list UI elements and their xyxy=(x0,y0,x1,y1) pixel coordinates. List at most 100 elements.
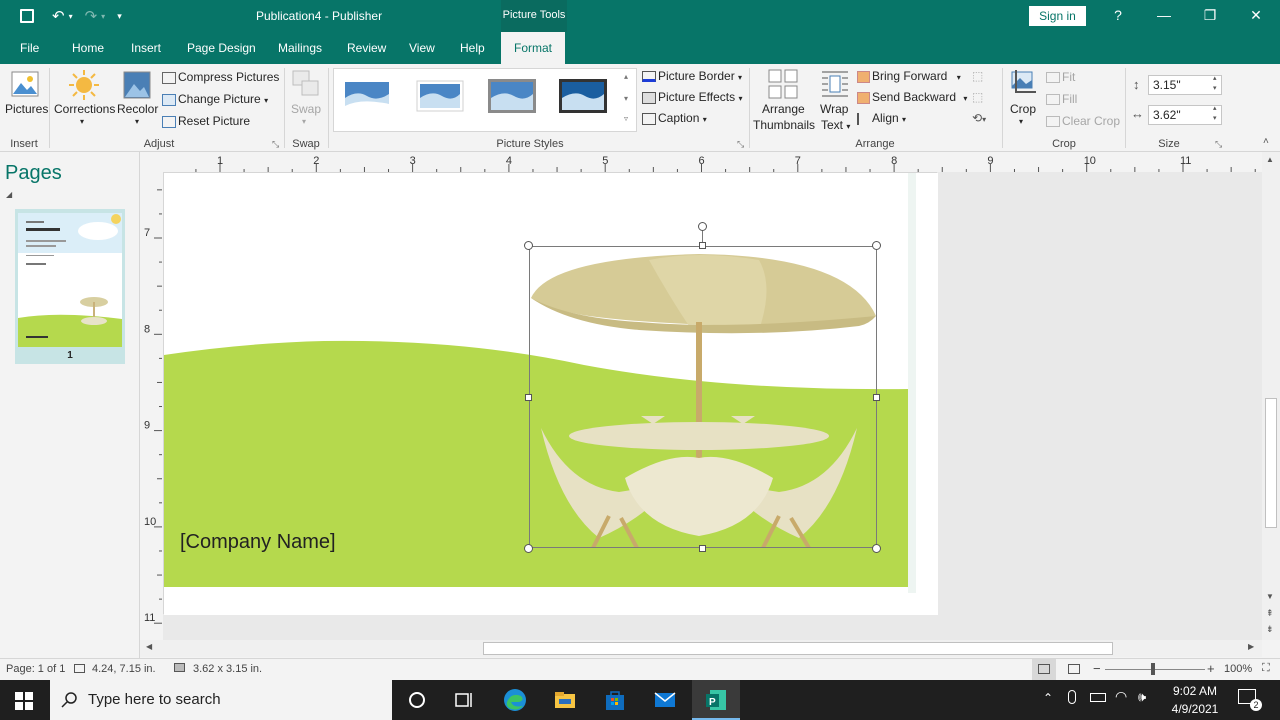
page-thumbnail[interactable]: 1 xyxy=(15,209,125,364)
volume-icon[interactable]: 🕪 xyxy=(1138,689,1146,705)
gallery-scroll-down-icon[interactable]: ▾ xyxy=(624,94,628,103)
scroll-up-icon[interactable]: ▲ xyxy=(1266,155,1274,164)
company-name-textbox[interactable]: [Company Name] xyxy=(180,531,336,554)
send-backward-button[interactable]: Send Backward ▾ xyxy=(857,90,967,104)
edge-browser-icon[interactable] xyxy=(503,688,527,712)
swap-button[interactable]: Swap xyxy=(291,102,321,116)
height-spin-down-icon[interactable]: ▾ xyxy=(1213,84,1217,92)
width-spin-up-icon[interactable]: ▴ xyxy=(1213,104,1217,112)
crop-button[interactable]: Crop xyxy=(1010,102,1036,116)
crop-dropdown-icon[interactable]: ▾ xyxy=(1019,117,1023,126)
height-spin-up-icon[interactable]: ▴ xyxy=(1213,74,1217,82)
clock-date[interactable]: 4/9/2021 xyxy=(1160,702,1230,716)
caption-button[interactable]: Caption ▾ xyxy=(642,111,707,125)
resize-handle-top-right[interactable] xyxy=(872,241,881,250)
ungroup-objects-icon[interactable]: ⬚ xyxy=(972,90,983,104)
task-view-icon[interactable] xyxy=(452,688,476,712)
collapse-ribbon-icon[interactable]: ˄ xyxy=(1263,136,1269,147)
horizontal-scroll-thumb[interactable] xyxy=(483,642,1113,655)
picture-effects-button[interactable]: Picture Effects ▾ xyxy=(642,90,743,104)
corrections-button[interactable]: Corrections xyxy=(54,102,115,116)
close-button[interactable]: ✕ xyxy=(1233,0,1279,32)
resize-handle-bottom-right[interactable] xyxy=(872,544,881,553)
fit-button[interactable]: Fit xyxy=(1046,70,1075,84)
pages-pane-collapse-icon[interactable]: ◢ xyxy=(6,190,12,199)
picture-style-4[interactable] xyxy=(559,78,609,114)
change-picture-button[interactable]: Change Picture ▾ xyxy=(162,92,268,106)
taskbar-search-box[interactable]: Type here to search xyxy=(50,680,392,720)
reset-picture-button[interactable]: Reset Picture xyxy=(162,114,250,128)
tab-file[interactable]: File xyxy=(20,32,39,64)
gallery-more-icon[interactable]: ▿ xyxy=(624,114,628,123)
file-explorer-icon[interactable] xyxy=(553,688,577,712)
save-icon[interactable] xyxy=(20,9,34,23)
help-button[interactable]: ? xyxy=(1095,0,1141,32)
group-objects-icon[interactable]: ⬚ xyxy=(972,69,983,83)
page-count-status[interactable]: Page: 1 of 1 xyxy=(6,663,65,675)
styles-dialog-launcher-icon[interactable]: ⤡ xyxy=(737,139,744,150)
undo-icon[interactable]: ↶ xyxy=(52,7,65,25)
resize-handle-top-left[interactable] xyxy=(524,241,533,250)
horizontal-scrollbar[interactable]: ◀ ▶ xyxy=(140,640,1262,657)
picture-style-2[interactable] xyxy=(416,78,466,114)
selection-frame[interactable] xyxy=(529,246,877,548)
pictures-button[interactable]: Pictures xyxy=(5,102,48,116)
picture-style-3[interactable] xyxy=(488,78,538,114)
clear-crop-button[interactable]: Clear Crop xyxy=(1046,114,1120,128)
redo-icon[interactable]: ↷ xyxy=(85,7,98,25)
picture-style-1[interactable] xyxy=(343,78,393,114)
scroll-left-icon[interactable]: ◀ xyxy=(146,642,152,651)
scroll-right-icon[interactable]: ▶ xyxy=(1248,642,1254,651)
zoom-in-icon[interactable]: + xyxy=(1207,661,1215,676)
zoom-slider-thumb[interactable] xyxy=(1151,663,1155,675)
tab-home[interactable]: Home xyxy=(72,32,104,64)
vertical-scroll-thumb[interactable] xyxy=(1265,398,1277,528)
mail-icon[interactable] xyxy=(653,688,677,712)
width-spin-down-icon[interactable]: ▾ xyxy=(1213,114,1217,122)
microsoft-store-icon[interactable] xyxy=(603,688,627,712)
zoom-slider-track[interactable] xyxy=(1105,669,1205,670)
restore-button[interactable]: ❐ xyxy=(1187,0,1233,32)
bring-forward-button[interactable]: Bring Forward ▾ xyxy=(857,69,961,83)
recolor-button[interactable]: Recolor xyxy=(117,102,158,116)
tab-help[interactable]: Help xyxy=(460,32,485,64)
document-canvas[interactable]: [Company Name] xyxy=(163,172,1262,642)
swap-dropdown-icon[interactable]: ▾ xyxy=(302,117,306,126)
zoom-out-icon[interactable]: − xyxy=(1093,661,1101,676)
size-dialog-launcher-icon[interactable]: ⤡ xyxy=(1215,139,1222,150)
shape-height-input[interactable]: 3.15" xyxy=(1148,75,1222,95)
arrange-thumbnails-button[interactable]: Arrange xyxy=(762,102,805,116)
redo-dropdown-icon[interactable]: ▾ xyxy=(101,12,105,21)
two-page-view-icon[interactable] xyxy=(1068,664,1080,674)
gallery-scroll-up-icon[interactable]: ▴ xyxy=(624,72,628,81)
previous-page-icon[interactable]: ⇞ xyxy=(1266,608,1274,619)
tab-view[interactable]: View xyxy=(409,32,435,64)
publication-page[interactable]: [Company Name] xyxy=(163,172,938,615)
wifi-icon[interactable]: ◠ xyxy=(1115,688,1127,705)
vertical-scrollbar[interactable]: ▲ ▼ ⇞ ⇟ xyxy=(1262,152,1280,640)
zoom-level[interactable]: 100% xyxy=(1224,663,1252,675)
resize-handle-left[interactable] xyxy=(525,394,532,401)
recolor-dropdown-icon[interactable]: ▾ xyxy=(135,117,139,126)
sign-in-button[interactable]: Sign in xyxy=(1029,6,1086,26)
next-page-icon[interactable]: ⇟ xyxy=(1266,624,1274,635)
minimize-button[interactable]: — xyxy=(1141,0,1187,32)
microphone-icon[interactable] xyxy=(1068,690,1076,704)
tab-insert[interactable]: Insert xyxy=(131,32,161,64)
align-button[interactable]: Align ▾ xyxy=(857,111,906,125)
tab-review[interactable]: Review xyxy=(347,32,386,64)
shape-width-input[interactable]: 3.62" xyxy=(1148,105,1222,125)
tab-page-design[interactable]: Page Design xyxy=(187,32,256,64)
wrap-text-button[interactable]: Wrap xyxy=(820,102,848,116)
compress-pictures-button[interactable]: Compress Pictures xyxy=(162,70,279,84)
corrections-dropdown-icon[interactable]: ▾ xyxy=(80,117,84,126)
picture-border-button[interactable]: Picture Border ▾ xyxy=(642,69,742,83)
clock-time[interactable]: 9:02 AM xyxy=(1160,684,1230,698)
resize-handle-bottom-left[interactable] xyxy=(524,544,533,553)
tab-format[interactable]: Format xyxy=(501,32,566,64)
scroll-down-icon[interactable]: ▼ xyxy=(1266,592,1274,601)
battery-icon[interactable] xyxy=(1090,693,1106,702)
fit-page-icon[interactable]: ⛶ xyxy=(1262,662,1270,675)
adjust-dialog-launcher-icon[interactable]: ⤡ xyxy=(272,139,279,150)
customize-qat-icon[interactable]: ▾ xyxy=(117,11,122,22)
